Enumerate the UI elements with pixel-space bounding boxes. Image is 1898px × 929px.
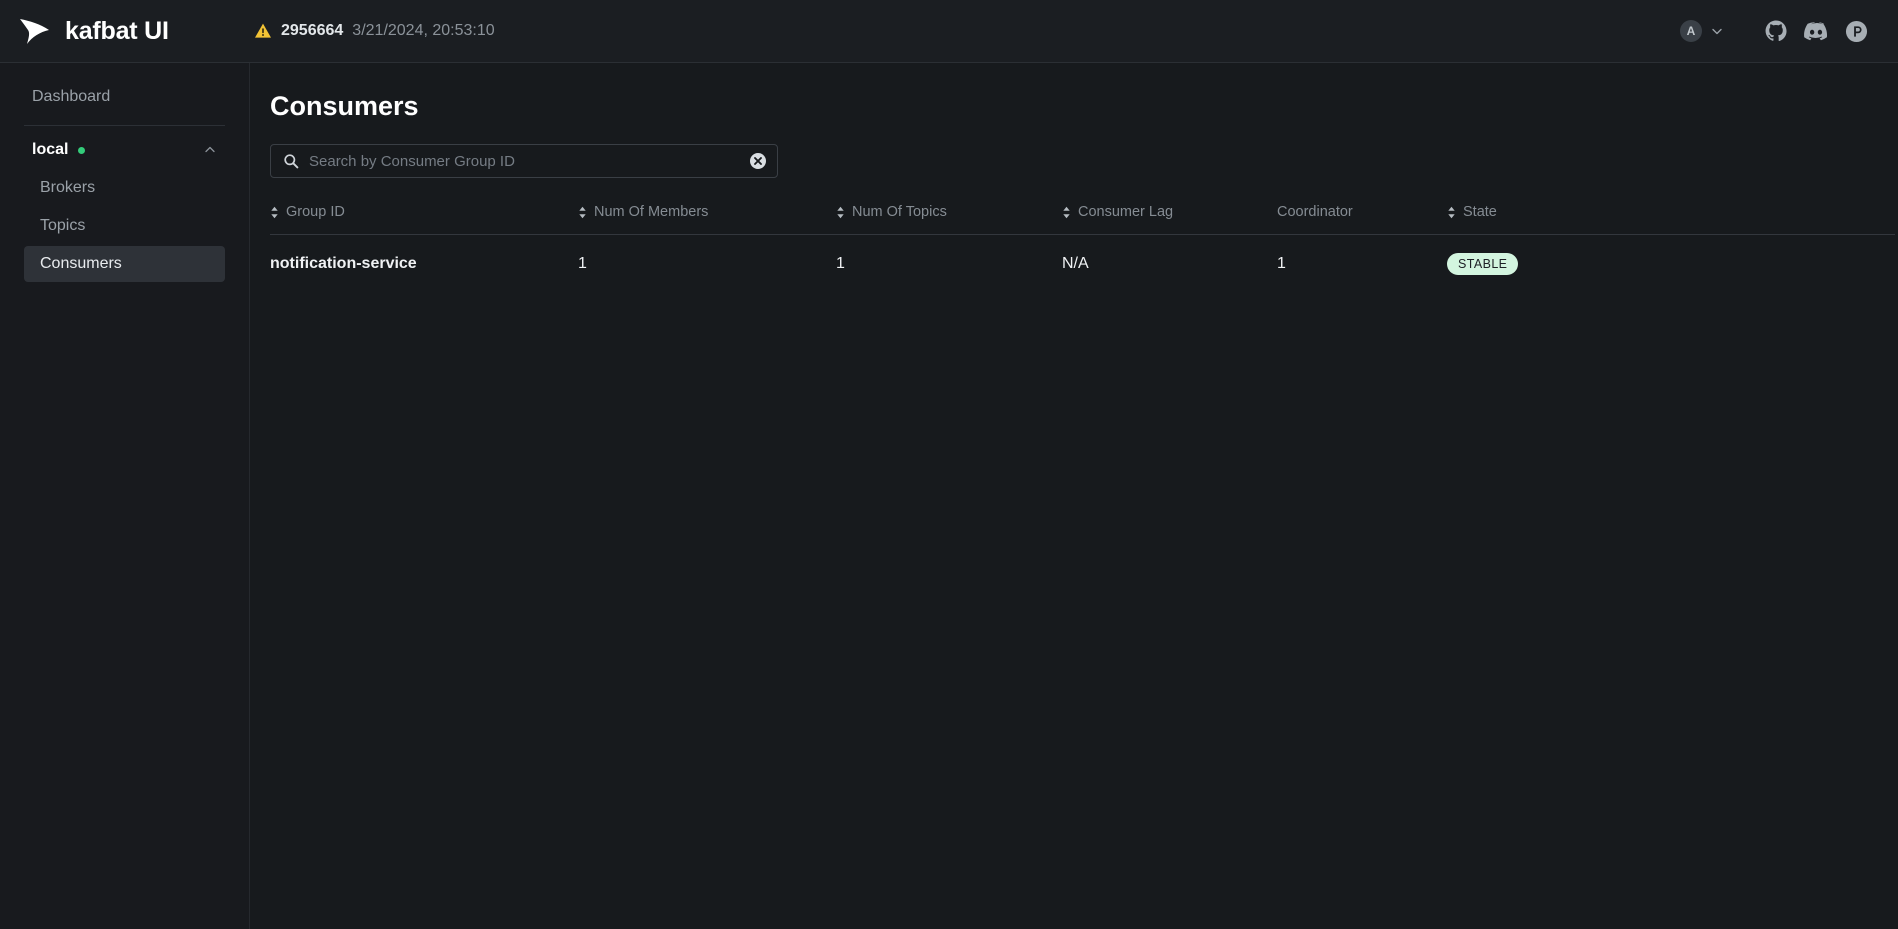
sidebar-item-topics[interactable]: Topics <box>24 208 225 244</box>
top-bar-actions: A <box>1680 11 1898 51</box>
page-title: Consumers <box>270 91 419 121</box>
table-header: Group ID Num Of Members Num Of Topics Co… <box>270 204 1895 235</box>
column-header-label: Coordinator <box>1277 204 1353 220</box>
column-header-num-of-members[interactable]: Num Of Members <box>578 204 836 235</box>
avatar: A <box>1680 20 1702 42</box>
consumers-table: Group ID Num Of Members Num Of Topics Co… <box>270 204 1895 293</box>
column-header-group-id[interactable]: Group ID <box>270 204 578 235</box>
search-icon <box>283 153 299 169</box>
cell-num-of-members: 1 <box>578 255 587 272</box>
cell-state: STABLE <box>1447 235 1895 294</box>
chevron-up-icon[interactable] <box>203 143 217 157</box>
sidebar-item-label: Dashboard <box>32 88 111 105</box>
search-bar[interactable] <box>270 144 778 178</box>
search-input[interactable] <box>309 152 749 170</box>
sidebar-item-label: Consumers <box>40 255 122 272</box>
column-header-label: Num Of Members <box>594 204 709 220</box>
cell-coordinator: 1 <box>1277 255 1286 272</box>
column-header-label: Group ID <box>286 204 345 220</box>
github-icon[interactable] <box>1756 11 1796 51</box>
sort-arrows-icon <box>836 206 845 219</box>
version-number: 2956664 <box>281 22 344 39</box>
column-header-label: Num Of Topics <box>852 204 947 220</box>
sort-arrows-icon <box>1062 206 1071 219</box>
table-header-row: Group ID Num Of Members Num Of Topics Co… <box>270 204 1895 235</box>
cell-num-of-topics: 1 <box>836 255 845 272</box>
column-header-label: Consumer Lag <box>1078 204 1174 220</box>
sort-arrows-icon <box>1447 206 1456 219</box>
cluster-name: local <box>32 141 69 158</box>
version-date: 3/21/2024, 20:53:10 <box>352 22 495 39</box>
discord-icon[interactable] <box>1796 11 1836 51</box>
sidebar-item-label: Topics <box>40 217 86 234</box>
column-header-state[interactable]: State <box>1447 204 1895 235</box>
version-info: 2956664 3/21/2024, 20:53:10 <box>254 22 495 40</box>
clear-circle-icon[interactable] <box>749 152 767 170</box>
cell-consumer-lag: N/A <box>1062 255 1089 272</box>
user-menu[interactable]: A <box>1680 20 1724 42</box>
column-header-num-of-topics[interactable]: Num Of Topics <box>836 204 1062 235</box>
column-header-consumer-lag[interactable]: Consumer Lag <box>1062 204 1277 235</box>
sort-arrows-icon <box>578 206 587 219</box>
producthunt-icon[interactable] <box>1836 11 1876 51</box>
table-row[interactable]: notification-service 1 1 N/A 1 STABLE <box>270 235 1895 294</box>
chevron-down-icon <box>1710 24 1724 38</box>
warning-triangle-icon <box>254 22 272 40</box>
sort-arrows-icon <box>270 206 279 219</box>
main-content: Consumers Search by Consumer Group ID Gr… <box>251 63 1898 929</box>
status-badge: STABLE <box>1447 253 1519 275</box>
sidebar-divider <box>24 125 225 126</box>
column-header-coordinator: Coordinator <box>1277 204 1447 235</box>
table-body: notification-service 1 1 N/A 1 STABLE <box>270 235 1895 294</box>
sidebar: Dashboard local Brokers Topics Consumers <box>0 63 250 929</box>
kafbat-arrow-logo-icon <box>18 14 52 48</box>
sidebar-item-label: Brokers <box>40 179 96 196</box>
sidebar-item-consumers[interactable]: Consumers <box>24 246 225 282</box>
top-bar: kafbat UI 2956664 3/21/2024, 20:53:10 A <box>0 0 1898 63</box>
sidebar-item-brokers[interactable]: Brokers <box>24 170 225 206</box>
brand-area[interactable]: kafbat UI <box>0 14 232 48</box>
column-header-label: State <box>1463 204 1497 220</box>
sidebar-cluster-local[interactable]: local <box>24 132 225 168</box>
cell-group-id[interactable]: notification-service <box>270 235 578 294</box>
cluster-status-dot-icon <box>78 146 86 154</box>
brand-name: kafbat UI <box>65 16 169 45</box>
sidebar-item-dashboard[interactable]: Dashboard <box>24 79 225 115</box>
